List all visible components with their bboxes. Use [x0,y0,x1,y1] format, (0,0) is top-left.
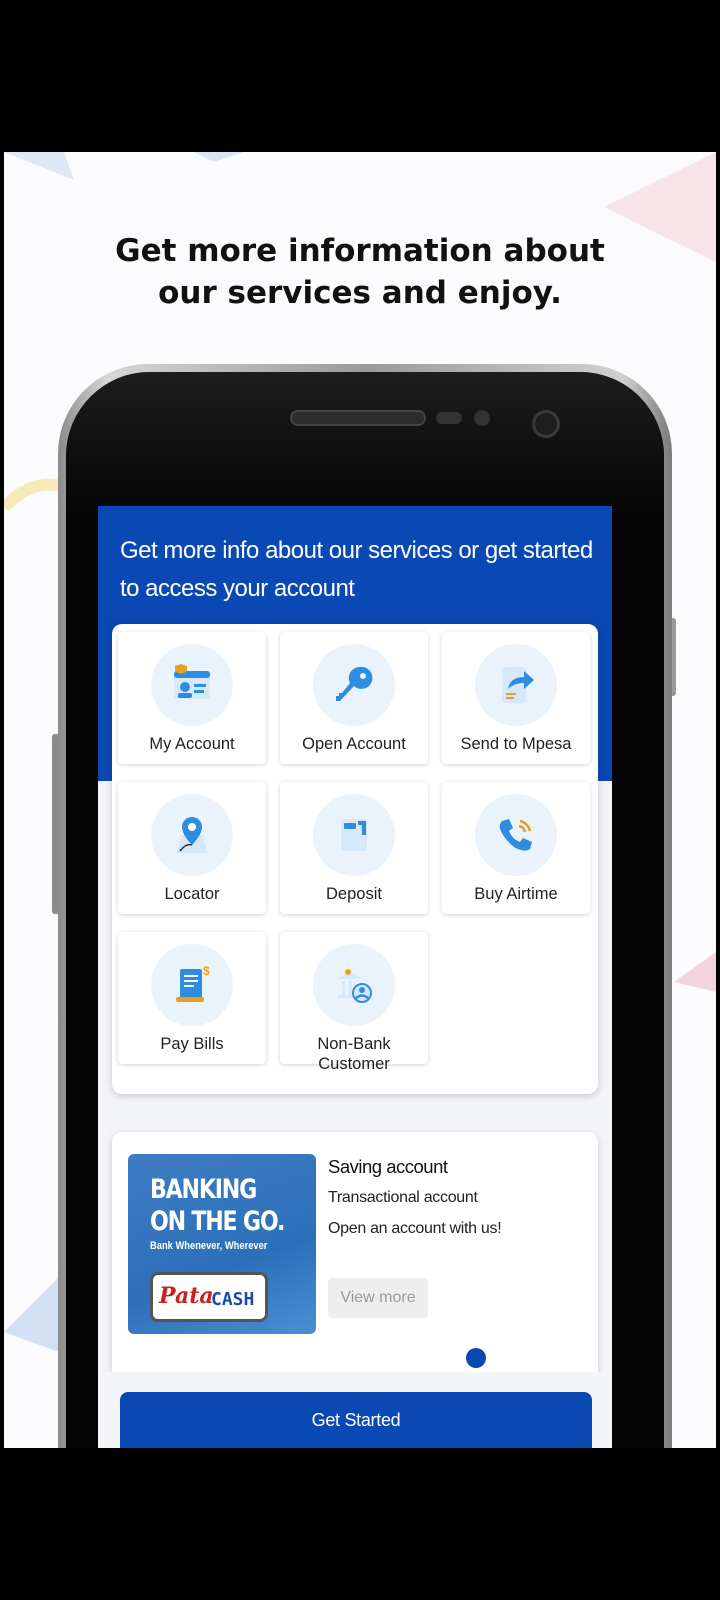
service-open-account[interactable]: Open Account [280,632,428,764]
phone-sensor [474,410,490,426]
phone-speaker [290,410,426,426]
service-locator[interactable]: Locator [118,782,266,914]
intro-text: Get more info about our services or get … [120,537,593,602]
logo-cash: CASH [211,1289,255,1310]
get-started-button[interactable]: Get Started [120,1392,592,1448]
onboarding-slide: Get more information about our services … [4,152,716,1448]
service-label: Non-Bank Customer [317,1035,391,1073]
services-grid: My Account Open Account Send to Mpesa Lo… [112,624,598,1094]
banner-tagline: Bank Whenever, Wherever [150,1240,268,1252]
page-headline: Get more information about our services … [4,230,716,314]
service-label: Buy Airtime [474,885,558,903]
service-label: Pay Bills [160,1035,224,1053]
deposit-icon [341,819,367,851]
service-non-bank-customer[interactable]: Non-Bank Customer [280,932,428,1073]
service-label: Deposit [326,885,382,903]
svg-text:$: $ [203,964,210,978]
banner-line-2: ON THE GO. [150,1206,285,1237]
service-deposit[interactable]: Deposit [280,782,428,914]
promo-subtitle-2: Open an account with us! [328,1220,502,1237]
key-icon [336,666,373,701]
service-label: Locator [164,885,220,903]
service-my-account[interactable]: My Account [118,632,266,764]
service-label: Open Account [302,735,406,753]
patacash-logo: Pata CASH [150,1272,268,1322]
phone-call-icon [499,819,532,851]
bill-icon: $ [176,964,210,1002]
service-buy-airtime[interactable]: Buy Airtime [442,782,590,914]
service-pay-bills[interactable]: $ Pay Bills [118,932,266,1064]
phone-camera [532,410,560,438]
view-more-button[interactable]: View more [328,1278,428,1318]
service-label: My Account [149,735,235,753]
promo-title: Saving account [328,1156,448,1177]
promo-banner-image: BANKING ON THE GO. Bank Whenever, Wherev… [128,1154,316,1334]
headline-line-2: our services and enjoy. [158,275,562,311]
id-card-icon [174,664,210,699]
share-arrow-icon [502,667,534,703]
service-label: Send to Mpesa [460,735,572,753]
promo-subtitle-1: Transactional account [328,1189,478,1206]
map-pin-icon [176,817,208,853]
headline-line-1: Get more information about [115,233,605,269]
phone-screen: Get more info about our services or get … [98,506,612,1448]
bank-user-icon [338,969,372,1003]
banner-line-1: BANKING [150,1174,257,1205]
carousel-indicator[interactable] [466,1348,486,1368]
service-send-to-mpesa[interactable]: Send to Mpesa [442,632,590,764]
phone-sensor [436,412,462,424]
promo-card[interactable]: BANKING ON THE GO. Bank Whenever, Wherev… [112,1132,598,1392]
logo-pata: Pata [159,1283,214,1309]
